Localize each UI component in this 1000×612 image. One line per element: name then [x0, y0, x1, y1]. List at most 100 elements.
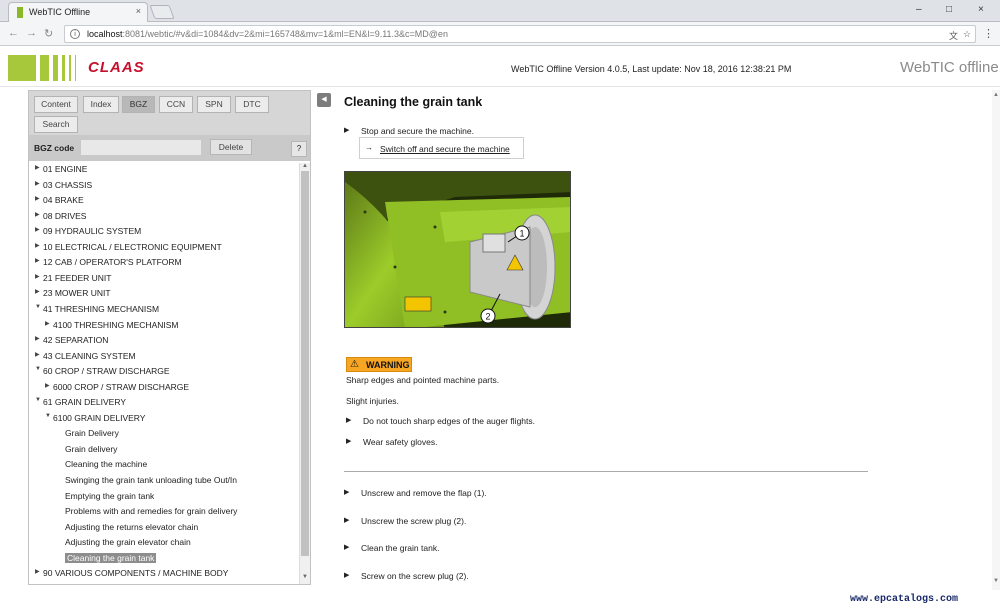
back-icon[interactable]: ←: [8, 27, 19, 39]
header-divider: [0, 86, 1000, 87]
collapsed-arrow-icon[interactable]: ▶: [35, 226, 40, 233]
scroll-down-icon[interactable]: ▼: [302, 574, 308, 580]
collapse-icon[interactable]: ◀: [317, 93, 331, 107]
delete-button[interactable]: Delete: [210, 139, 252, 155]
tree-node[interactable]: ▼ 60 CROP / STRAW DISCHARGE: [35, 366, 170, 376]
expanded-arrow-icon[interactable]: ▼: [45, 413, 51, 419]
tree-leaf-item[interactable]: Grain delivery: [65, 444, 117, 454]
expanded-arrow-icon[interactable]: ▼: [35, 397, 41, 403]
tree-node[interactable]: ▶ 09 HYDRAULIC SYSTEM: [35, 226, 141, 236]
tree-node[interactable]: ▶ 12 CAB / OPERATOR'S PLATFORM: [35, 257, 182, 267]
collapsed-arrow-icon[interactable]: ▶: [35, 351, 40, 358]
tab-dtc[interactable]: DTC: [235, 96, 269, 113]
bgz-tree: ▶ 01 ENGINE ▶ 03 CHASSIS ▶ 04 BRAKE ▶ 08 DRIVES…: [29, 163, 299, 584]
machine-photo: 1 2: [344, 171, 571, 328]
warning-badge: ⚠ WARNING: [346, 357, 412, 372]
new-tab-button[interactable]: [149, 5, 175, 19]
tab-index[interactable]: Index: [83, 96, 119, 113]
menu-icon[interactable]: ⋮: [983, 27, 994, 40]
tab-ccn[interactable]: CCN: [159, 96, 193, 113]
collapsed-arrow-icon[interactable]: ▶: [45, 320, 50, 327]
switch-off-link[interactable]: Switch off and secure the machine: [380, 144, 510, 154]
forward-icon[interactable]: →: [26, 27, 37, 39]
tree-label: 08 DRIVES: [43, 210, 87, 221]
tree-node[interactable]: ▶ 42 SEPARATION: [35, 335, 108, 345]
tree-leaf-item[interactable]: Cleaning the machine: [65, 459, 147, 469]
tab-close-icon[interactable]: ×: [136, 6, 141, 16]
window-controls: – □ ×: [908, 0, 1000, 22]
browser-tab[interactable]: WebTIC Offline ×: [8, 2, 148, 22]
collapsed-arrow-icon[interactable]: ▶: [35, 288, 40, 295]
collapsed-arrow-icon[interactable]: ▶: [35, 335, 40, 342]
close-window-icon[interactable]: ×: [978, 4, 984, 15]
tree-node[interactable]: ▶ 01 ENGINE: [35, 164, 87, 174]
tree-node[interactable]: ▶ 43 CLEANING SYSTEM: [35, 351, 136, 361]
tree-node[interactable]: ▶ 4100 THRESHING MECHANISM: [45, 319, 179, 330]
scroll-up-icon[interactable]: ▲: [993, 92, 999, 98]
consequence-text: Slight injuries.: [346, 396, 399, 406]
bgz-code-label: BGZ code: [34, 143, 75, 153]
tree-node[interactable]: ▶ 04 BRAKE: [35, 195, 84, 205]
tree-node[interactable]: ▶ 21 FEEDER UNIT: [35, 273, 112, 283]
tree-node[interactable]: ▼ 61 GRAIN DELIVERY: [35, 397, 126, 407]
page-title: Cleaning the grain tank: [344, 95, 483, 109]
star-icon[interactable]: ☆: [963, 29, 971, 40]
bgz-code-input[interactable]: [81, 140, 201, 155]
tree-label: 41 THRESHING MECHANISM: [43, 303, 160, 314]
address-bar-row: ← → ↻ i localhost:8081/webtic/#v&di=1084…: [0, 22, 1000, 46]
tree-leaf-item[interactable]: Swinging the grain tank unloading tube O…: [65, 475, 237, 485]
tree-label: Swinging the grain tank unloading tube O…: [65, 475, 238, 485]
expanded-arrow-icon[interactable]: ▼: [35, 304, 41, 310]
scroll-thumb[interactable]: [301, 171, 309, 556]
tree-label: Grain delivery: [65, 443, 118, 454]
scroll-up-icon[interactable]: ▲: [302, 163, 308, 169]
tree-node[interactable]: ▼ 41 THRESHING MECHANISM: [35, 303, 160, 314]
step-bullet-icon: ▶: [344, 572, 350, 579]
tree-leaf-item[interactable]: Grain Delivery: [65, 428, 119, 438]
collapsed-arrow-icon[interactable]: ▶: [35, 257, 40, 264]
tab-content[interactable]: Content: [34, 96, 78, 113]
reload-icon[interactable]: ↻: [44, 27, 53, 40]
collapsed-arrow-icon[interactable]: ▶: [35, 180, 40, 187]
scroll-down-icon[interactable]: ▼: [993, 578, 999, 584]
step-bullet-icon: ▶: [344, 127, 350, 134]
tree-leaf-item[interactable]: Adjusting the returns elevator chain: [65, 522, 198, 532]
collapsed-arrow-icon[interactable]: ▶: [35, 242, 40, 249]
minimize-icon[interactable]: –: [916, 4, 922, 15]
info-icon[interactable]: i: [70, 29, 80, 39]
collapsed-arrow-icon[interactable]: ▶: [35, 164, 40, 171]
tree-node[interactable]: ▶ 10 ELECTRICAL / ELECTRONIC EQUIPMENT: [35, 242, 222, 252]
content-area: Cleaning the grain tank ▶ Stop and secur…: [343, 90, 983, 590]
help-button[interactable]: ?: [291, 141, 307, 157]
collapsed-arrow-icon[interactable]: ▶: [35, 211, 40, 218]
section-divider: [344, 471, 868, 472]
content-scrollbar[interactable]: ▲ ▼: [992, 90, 1000, 590]
tab-search[interactable]: Search: [34, 116, 78, 133]
tab-bgz[interactable]: BGZ: [122, 96, 155, 113]
tree-leaf-item[interactable]: Cleaning the grain tank: [65, 552, 157, 563]
tree-leaf-item[interactable]: Problems with and remedies for grain del…: [65, 506, 237, 516]
collapsed-arrow-icon[interactable]: ▶: [35, 568, 40, 575]
tree-node[interactable]: ▶ 6000 CROP / STRAW DISCHARGE: [45, 382, 189, 392]
tree-node[interactable]: ▶ 08 DRIVES: [35, 210, 87, 221]
step-bullet-icon: ▶: [344, 489, 350, 496]
tree-node[interactable]: ▶ 90 VARIOUS COMPONENTS / MACHINE BODY: [35, 568, 228, 578]
collapsed-arrow-icon[interactable]: ▶: [35, 273, 40, 280]
grain-tank-image: 1 2: [345, 172, 570, 327]
url-field[interactable]: i localhost:8081/webtic/#v&di=1084&dv=2&…: [64, 25, 976, 43]
tree-leaf-item[interactable]: Emptying the grain tank: [65, 491, 154, 501]
tree-leaf-item[interactable]: Adjusting the grain elevator chain: [65, 537, 191, 547]
tree-node[interactable]: ▶ 23 MOWER UNIT: [35, 288, 111, 298]
tree-node[interactable]: ▶ 03 CHASSIS: [35, 180, 92, 190]
tab-spn[interactable]: SPN: [197, 96, 231, 113]
maximize-icon[interactable]: □: [946, 4, 952, 15]
translate-icon[interactable]: 文: [949, 29, 958, 42]
tree-node[interactable]: ▼ 6100 GRAIN DELIVERY: [45, 413, 145, 423]
tree-scrollbar[interactable]: ▲ ▼: [299, 163, 310, 584]
tree-label: 4100 THRESHING MECHANISM: [53, 319, 179, 330]
collapsed-arrow-icon[interactable]: ▶: [35, 195, 40, 202]
tree-label: Cleaning the grain tank: [67, 552, 155, 563]
collapsed-arrow-icon[interactable]: ▶: [45, 382, 50, 389]
claas-logo: CLAAS: [8, 55, 154, 81]
expanded-arrow-icon[interactable]: ▼: [35, 366, 41, 372]
